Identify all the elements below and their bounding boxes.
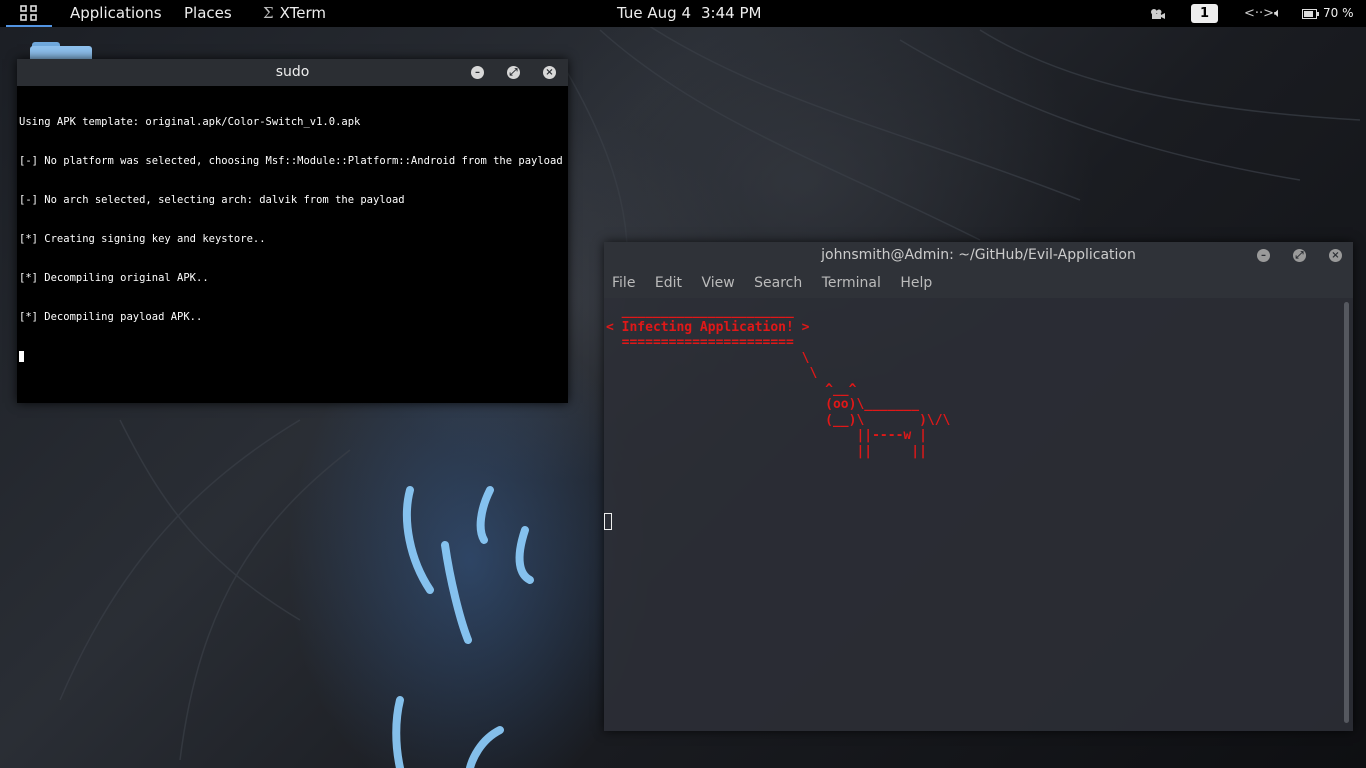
clock-date: Tue Aug 4	[617, 4, 691, 22]
network-icon[interactable]: <··>	[1244, 0, 1274, 27]
menu-view[interactable]: View	[701, 275, 734, 291]
output-line: [-] No platform was selected, choosing M…	[19, 155, 563, 167]
xterm-icon: Σ	[263, 4, 274, 22]
terminal-titlebar[interactable]: johnsmith@Admin: ~/GitHub/Evil-Applicati…	[604, 242, 1353, 269]
output-line: [-] No arch selected, selecting arch: da…	[19, 194, 405, 206]
volume-icon[interactable]: 🔈︎	[1274, 0, 1282, 27]
terminal-window-title: johnsmith@Admin: ~/GitHub/Evil-Applicati…	[821, 247, 1136, 263]
maximize-icon[interactable]: ⤢	[1293, 249, 1306, 262]
places-menu[interactable]: Places	[184, 0, 232, 27]
minimize-icon[interactable]: –	[1257, 249, 1270, 262]
activities-button[interactable]	[6, 0, 52, 27]
menu-edit[interactable]: Edit	[655, 275, 682, 291]
battery-indicator[interactable]: 70 %	[1302, 0, 1354, 27]
menu-file[interactable]: File	[612, 275, 635, 291]
applications-menu[interactable]: Applications	[70, 0, 162, 27]
battery-icon	[1302, 8, 1319, 19]
sudo-terminal-output[interactable]: Using APK template: original.apk/Color-S…	[17, 86, 568, 393]
cowsay-ascii-art: ______________________ < Infecting Appli…	[606, 304, 951, 459]
terminal-output[interactable]: ______________________ < Infecting Appli…	[604, 298, 1353, 731]
sudo-window-titlebar[interactable]: sudo – ⤢ ×	[17, 59, 568, 86]
video-camera-icon[interactable]	[1150, 0, 1166, 27]
active-app-menu[interactable]: Σ XTerm	[263, 0, 326, 27]
gnome-terminal-window[interactable]: johnsmith@Admin: ~/GitHub/Evil-Applicati…	[604, 242, 1353, 731]
terminal-cursor	[19, 350, 24, 362]
sudo-window-title: sudo	[275, 64, 310, 80]
active-app-label: XTerm	[279, 4, 326, 22]
terminal-menubar: File Edit View Search Terminal Help	[604, 269, 1353, 298]
battery-label: 70 %	[1323, 6, 1354, 20]
clock[interactable]: Tue Aug 4 3:44 PM	[617, 0, 761, 27]
output-line: [*] Decompiling payload APK..	[19, 311, 203, 323]
terminal-cursor	[604, 513, 612, 530]
output-line: [*] Decompiling original APK..	[19, 272, 209, 284]
app-grid-icon	[20, 5, 37, 21]
menu-search[interactable]: Search	[754, 275, 802, 291]
output-line: Using APK template: original.apk/Color-S…	[19, 116, 361, 128]
output-line: [*] Creating signing key and keystore..	[19, 233, 266, 245]
menu-terminal[interactable]: Terminal	[822, 275, 881, 291]
terminal-scrollbar[interactable]	[1344, 302, 1349, 723]
close-icon[interactable]: ×	[543, 66, 556, 79]
maximize-icon[interactable]: ⤢	[507, 66, 520, 79]
close-icon[interactable]: ×	[1329, 249, 1342, 262]
minimize-icon[interactable]: –	[471, 66, 484, 79]
clock-time: 3:44 PM	[701, 4, 762, 22]
top-panel: Applications Places Σ XTerm Tue Aug 4 3:44…	[0, 0, 1366, 27]
sudo-xterm-window[interactable]: sudo – ⤢ × Using APK template: original.…	[17, 59, 568, 403]
menu-help[interactable]: Help	[900, 275, 932, 291]
workspace-indicator[interactable]: 1	[1191, 4, 1218, 23]
